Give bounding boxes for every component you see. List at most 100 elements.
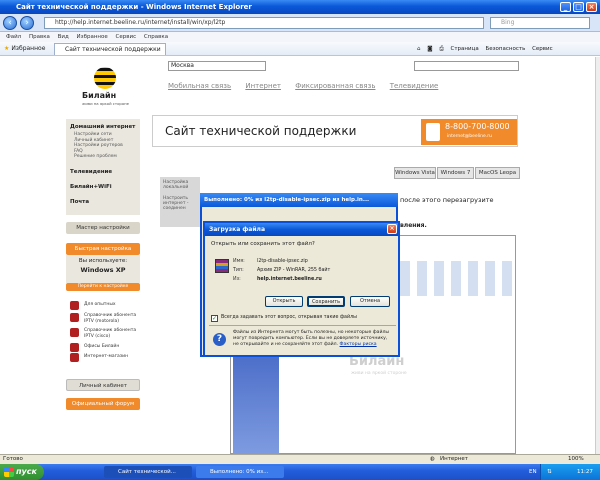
- site-search-input[interactable]: [414, 61, 519, 71]
- taskbar: пуск Сайт технической... Выполнено: 0% и…: [0, 464, 600, 480]
- sidebar-link[interactable]: Справочник абонента IPTV (motorola): [84, 313, 138, 324]
- from-label: Из:: [233, 277, 241, 282]
- support-banner: Сайт технической поддержки 8-800-700-800…: [152, 115, 518, 147]
- nav-internet[interactable]: Интернет: [245, 82, 281, 90]
- close-button[interactable]: ×: [586, 2, 597, 12]
- window-title-bar: Сайт технической поддержки - Windows Int…: [0, 0, 600, 14]
- tab-win7[interactable]: Windows 7: [437, 167, 474, 179]
- cancel-button[interactable]: Отмена: [350, 296, 390, 307]
- page-title: Сайт технической поддержки: [165, 124, 357, 138]
- os-value: Windows XP: [80, 266, 126, 274]
- tools-menu[interactable]: Сервис: [532, 46, 553, 52]
- dialog-warning: Файлы из Интернета могут быть полезны, н…: [233, 330, 393, 348]
- menu-help[interactable]: Справка: [144, 34, 168, 40]
- start-button[interactable]: пуск: [0, 464, 44, 480]
- menu-view[interactable]: Вид: [58, 34, 69, 40]
- phone-icon: [426, 123, 440, 141]
- favorites-button[interactable]: ★ Избранное: [4, 44, 45, 54]
- security-menu[interactable]: Безопасность: [485, 46, 525, 52]
- lang-indicator[interactable]: EN: [529, 464, 537, 480]
- sidebar-menu: Домашний интернет Настройки сети Личный …: [66, 119, 140, 215]
- dialog-divider: [209, 325, 396, 326]
- always-ask-label[interactable]: Всегда задавать этот вопрос, открывая та…: [221, 315, 357, 320]
- url-input[interactable]: http://help.internet.beeline.ru/internet…: [44, 17, 484, 29]
- iptv-icon: [70, 328, 79, 337]
- shop-icon: [70, 353, 79, 362]
- favorites-bar: ★ Избранное Сайт технической поддержки ⌂…: [0, 42, 600, 56]
- clock[interactable]: 11:27: [577, 464, 593, 480]
- sidebar-home-internet[interactable]: Домашний интернет: [70, 124, 135, 130]
- quick-setup-button[interactable]: Быстрая настройка: [66, 243, 140, 255]
- expert-icon: [70, 301, 79, 310]
- wizard-button[interactable]: Мастер настройки: [66, 222, 140, 234]
- winrar-file-icon: [215, 259, 229, 273]
- step-line[interactable]: соединен: [163, 206, 197, 211]
- instruction-text: после этого перезагрузите: [400, 196, 494, 204]
- maximize-button[interactable]: □: [573, 2, 584, 12]
- nav-fixed[interactable]: Фиксированная связь: [295, 82, 375, 90]
- sidebar-link[interactable]: Справочник абонента IPTV (cisco): [84, 328, 138, 339]
- beeline-logo-icon[interactable]: [94, 67, 116, 89]
- file-type: Архив ZIP - WinRAR, 255 байт: [257, 268, 331, 273]
- phone-box: 8-800-700-8000 internet@beeline.ru: [421, 119, 517, 145]
- os-box: Вы используете: Windows XP: [66, 255, 140, 283]
- globe-icon: ◍: [430, 456, 435, 462]
- sidebar-link[interactable]: Офисы Билайн: [84, 344, 119, 350]
- dialog-question: Открыть или сохранить этот файл?: [211, 241, 315, 247]
- taskbar-item-ie[interactable]: Сайт технической...: [104, 466, 192, 478]
- sidebar-wifi[interactable]: Билайн+WiFi: [70, 184, 112, 190]
- open-button[interactable]: Открыть: [265, 296, 303, 307]
- sidebar-mail[interactable]: Почта: [70, 199, 89, 205]
- dialog-close-icon[interactable]: ×: [387, 224, 397, 234]
- page-menu[interactable]: Страница: [451, 46, 479, 52]
- go-to-setup-button[interactable]: Перейти к настройке: [66, 283, 140, 291]
- sidebar-link[interactable]: Интернет-магазин: [84, 354, 128, 360]
- favorites-label: Избранное: [11, 45, 46, 52]
- instruction-text: вления.: [400, 222, 427, 229]
- risk-factors-link[interactable]: Факторы риска: [340, 342, 377, 347]
- warning-shield-icon: ?: [213, 333, 226, 346]
- start-label: пуск: [16, 467, 37, 476]
- search-input[interactable]: Bing: [490, 17, 590, 29]
- command-bar: ⌂ ◙ ⎙ Страница Безопасность Сервис: [412, 44, 553, 54]
- sidebar-link[interactable]: Для опытных: [84, 302, 116, 308]
- feeds-icon[interactable]: ◙: [427, 46, 432, 52]
- forward-icon[interactable]: ›: [20, 16, 34, 30]
- network-icon[interactable]: ⇅: [547, 464, 552, 480]
- progress-title[interactable]: Выполнено: 0% из l2tp-disable-ipsec.zip …: [200, 193, 398, 207]
- window-title: Сайт технической поддержки - Windows Int…: [16, 3, 252, 11]
- zoom-level[interactable]: 100%: [568, 455, 584, 464]
- sidebar-sub-item[interactable]: Решение проблем: [74, 154, 117, 160]
- forum-button[interactable]: Официальный форум: [66, 398, 140, 410]
- page-scrollbar[interactable]: [595, 57, 600, 454]
- file-download-dialog: Загрузка файла × Открыть или сохранить э…: [203, 221, 400, 357]
- home-icon[interactable]: ⌂: [417, 46, 421, 52]
- tab-macos[interactable]: MacOS Leopa: [475, 167, 520, 179]
- tab-support-site[interactable]: Сайт технической поддержки: [54, 43, 166, 55]
- step-line[interactable]: локальной: [163, 185, 197, 190]
- minimize-button[interactable]: _: [560, 2, 571, 12]
- personal-cabinet-button[interactable]: Личный кабинет: [66, 379, 140, 391]
- menu-tools[interactable]: Сервис: [116, 34, 137, 40]
- web-page: Билайн живи на яркой стороне Москва Моби…: [0, 57, 595, 454]
- dialog-title-bar[interactable]: Загрузка файла ×: [205, 223, 398, 236]
- region-select[interactable]: Москва: [168, 61, 266, 71]
- type-label: Тип:: [233, 268, 244, 273]
- save-button[interactable]: Сохранить: [307, 296, 345, 307]
- phone-number: 8-800-700-8000: [445, 122, 510, 131]
- logo-text[interactable]: Билайн: [82, 91, 116, 100]
- menu-favorites[interactable]: Избранное: [77, 34, 108, 40]
- always-ask-checkbox[interactable]: ✓: [211, 315, 218, 322]
- back-icon[interactable]: ‹: [3, 16, 17, 30]
- watermark-slogan: живи на яркой стороне: [351, 371, 407, 376]
- menu-file[interactable]: Файл: [6, 34, 21, 40]
- support-email[interactable]: internet@beeline.ru: [447, 134, 492, 139]
- nav-mobile[interactable]: Мобильная связь: [168, 82, 231, 90]
- tab-vista[interactable]: Windows Vista: [394, 167, 436, 179]
- taskbar-item-download[interactable]: Выполнено: 0% из...: [196, 466, 284, 478]
- menu-edit[interactable]: Правка: [29, 34, 50, 40]
- print-icon[interactable]: ⎙: [439, 46, 443, 52]
- sidebar-tv[interactable]: Телевидение: [70, 169, 112, 175]
- nav-tv[interactable]: Телевидение: [390, 82, 439, 90]
- dialog-title: Загрузка файла: [209, 226, 265, 233]
